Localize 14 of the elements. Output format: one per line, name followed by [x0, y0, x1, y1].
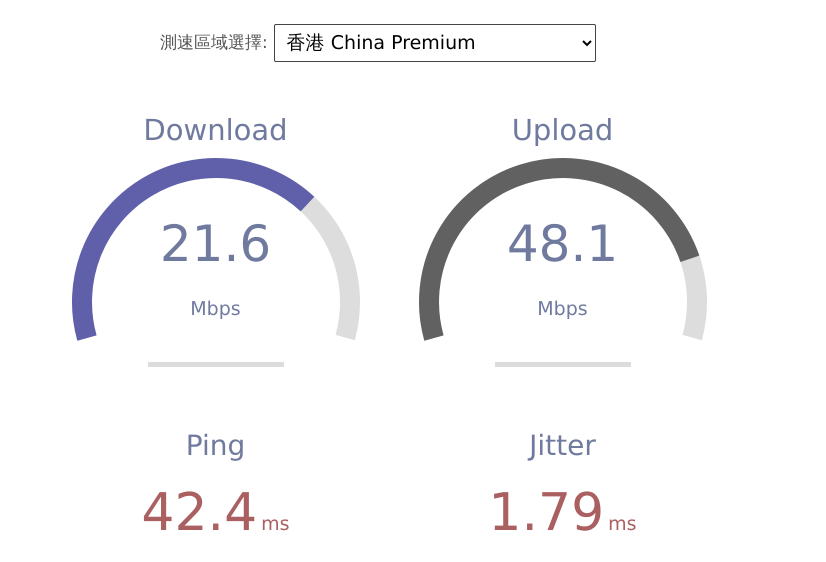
stat-unit: ms	[608, 513, 637, 535]
gauge-title: Download	[142, 112, 289, 148]
stat-value: 1.79	[488, 483, 604, 543]
speed-value: 21.6	[158, 214, 272, 275]
stat-title: Jitter	[526, 429, 597, 463]
speed-unit: Mbps	[189, 297, 242, 322]
speed-unit: Mbps	[536, 297, 589, 322]
picker-label: 測速區域選擇:	[160, 32, 268, 55]
stat-unit: ms	[261, 513, 290, 535]
stat-title: Ping	[184, 429, 246, 463]
gauge-title: Upload	[510, 112, 614, 148]
speed-value: 48.1	[506, 214, 620, 275]
stat-value: 42.4	[141, 483, 258, 543]
server-select[interactable]: 香港 China Premium	[274, 24, 596, 62]
